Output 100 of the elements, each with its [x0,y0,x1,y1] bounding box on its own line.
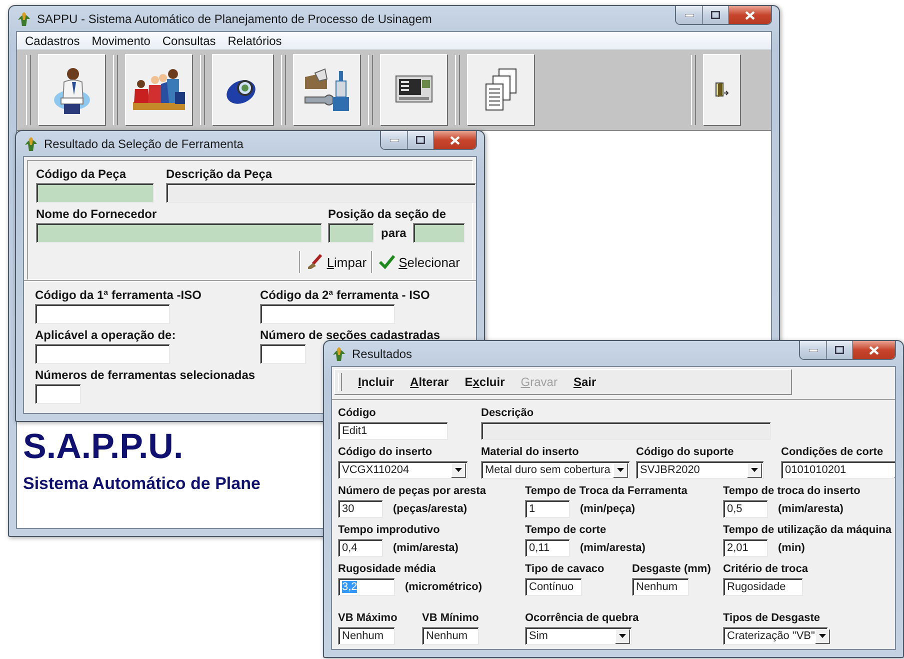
input-field[interactable] [35,384,81,404]
logo-subtitle: Sistema Automático de Plane [23,474,260,494]
field-label: VB Mínimo [422,611,479,626]
dropdown-button[interactable] [615,628,630,644]
field-label: Aplicável a operação de: [35,328,176,343]
toolbar-button[interactable]: Incluir [350,373,402,391]
maximize-button[interactable] [407,131,433,149]
dropdown-button[interactable] [451,462,466,478]
menu-item[interactable]: Cadastros [19,34,86,48]
field-label: Desgaste (mm) [632,562,711,577]
field-label: Posição da seção de [328,207,446,222]
unit-label: (mim/aresta) [778,503,844,515]
close-icon [745,10,755,20]
range-separator-label: para [381,226,406,240]
close-icon [450,136,460,144]
caret-down-icon [619,634,626,638]
field-label: Tempo de corte [525,523,606,538]
field-label: Descrição [481,406,534,421]
toolbar-button[interactable] [380,54,448,126]
input-field[interactable] [36,183,154,203]
field-label: Tipos de Desgaste [723,611,820,626]
input-field[interactable]: Nenhum [422,627,479,645]
menu-item[interactable]: Consultas [156,34,222,48]
field-label: Tempo de Troca da Ferramenta [525,484,688,499]
toolbar-button[interactable] [38,54,106,126]
input-field[interactable] [413,223,466,243]
field-label: Código da 2ª ferramenta - ISO [260,288,430,303]
input-field[interactable] [328,223,374,243]
unit-label: (mim/aresta) [393,542,458,554]
input-field[interactable]: 0,5 [723,500,768,518]
field-label: Rugosidade média [338,562,436,577]
minimize-icon [808,348,818,352]
input-field[interactable]: 2,01 [723,539,768,557]
menu-item[interactable]: Movimento [86,34,156,48]
dropdown-button[interactable] [814,628,830,644]
input-field[interactable]: 30 [338,500,383,518]
unit-label: (min/peça) [580,503,636,515]
person-at-desk-icon [52,65,92,115]
caret-down-icon [617,468,624,472]
input-field[interactable]: Rugosidade [723,578,803,596]
field-label: Ocorrência de quebra [525,611,639,626]
close-button[interactable] [433,131,476,149]
input-field[interactable] [36,223,322,243]
input-field[interactable] [260,344,306,364]
broom-icon [306,254,323,270]
documents-icon [483,67,519,113]
input-field[interactable]: 0,11 [525,539,570,557]
input-field[interactable]: 0,4 [338,539,383,557]
field-label: Descrição da Peça [166,167,272,182]
maximize-button[interactable] [826,341,852,359]
dropdown-button[interactable] [747,462,762,478]
toolbar-button[interactable]: Alterar [402,373,457,391]
toolbar-button[interactable] [125,54,193,126]
dropdown-field[interactable]: 0101010201 [781,461,895,479]
window-title: Resultados [352,346,414,360]
app-icon [331,346,347,362]
field-label: Número de peças por aresta [338,484,486,499]
field-label: Tipo de cavaco [525,562,604,577]
input-field[interactable]: Nenhum [632,578,689,596]
close-icon [869,346,879,354]
dropdown-field[interactable]: Sim [525,627,632,645]
dropdown-field[interactable]: Metal duro sem cobertura [481,461,630,479]
toolbar-button[interactable] [212,54,274,126]
maximize-icon [416,136,425,144]
maximize-icon [711,11,720,19]
minimize-icon [390,138,398,142]
app-icon [23,136,39,152]
input-field[interactable]: 1 [525,500,570,518]
close-button[interactable] [852,341,895,359]
input-field[interactable] [35,344,170,364]
field-label: Números de ferramentas selecionadas [35,368,256,383]
exit-button[interactable] [703,54,741,126]
input-field[interactable] [35,304,170,324]
field-label: Código [338,406,376,421]
unit-label: (peças/aresta) [393,503,467,515]
dropdown-button[interactable] [613,462,628,478]
field-label: Tempo improdutivo [338,523,440,538]
unit-label: (min) [778,542,805,554]
input-field[interactable]: Nenhum [338,627,395,645]
caret-down-icon [455,468,462,472]
dropdown-field[interactable]: Craterização "VB" [723,627,828,645]
toolbar-button[interactable]: Excluir [456,373,513,391]
field-label: Tempo de utilização da máquina [723,523,892,538]
field-label: Critério de troca [723,562,808,577]
maximize-icon [835,346,844,354]
input-field[interactable]: Edit1 [338,422,448,440]
toolbar-button[interactable] [467,54,535,126]
window-title: Resultado da Seleção de Ferramenta [44,136,244,150]
dropdown-field[interactable]: VCGX110204 [338,461,468,479]
close-button[interactable] [728,6,771,24]
dropdown-field[interactable]: SVJBR2020 [636,461,764,479]
input-field[interactable]: Contínuo [525,578,582,596]
minimize-icon [684,14,694,16]
field-label: VB Máximo [338,611,398,626]
field-label: Código da Peça [36,167,126,182]
maximize-button[interactable] [702,6,728,24]
field-label: Condições de corte [781,445,884,460]
input-field[interactable] [260,304,395,324]
toolbar-button[interactable]: Sair [565,373,604,391]
menu-item[interactable]: Relatórios [222,34,288,48]
